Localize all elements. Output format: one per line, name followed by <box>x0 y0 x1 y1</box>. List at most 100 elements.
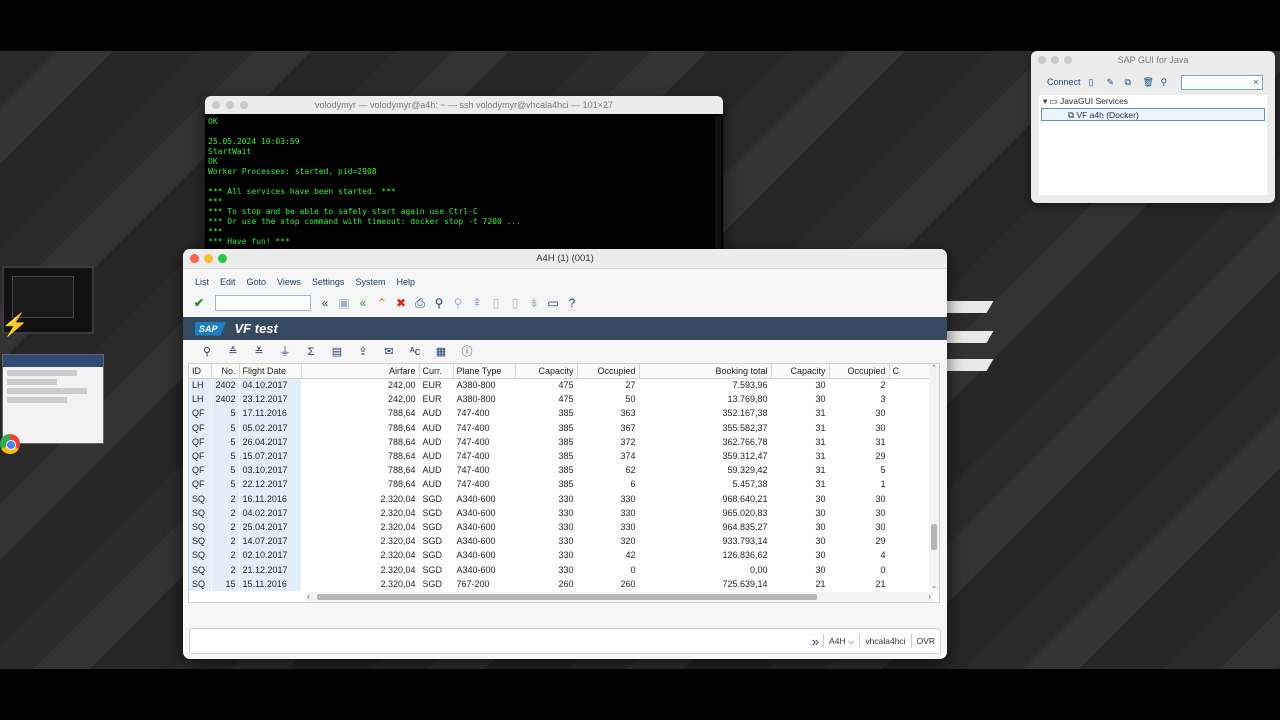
table-cell[interactable]: 15 <box>211 576 239 591</box>
table-cell[interactable]: 30 <box>829 520 889 534</box>
table-cell[interactable]: 725.639,14 <box>639 577 771 591</box>
table-cell[interactable]: 965.020,83 <box>639 506 771 520</box>
table-cell[interactable]: 2.320,04 <box>301 506 419 520</box>
table-cell[interactable]: 1 <box>829 477 889 491</box>
table-cell[interactable]: AUD <box>419 406 453 420</box>
table-cell[interactable]: 5 <box>211 463 239 478</box>
column-header[interactable]: Curr. <box>419 364 454 379</box>
sort-descending-icon[interactable]: ≚ <box>246 345 272 359</box>
table-cell[interactable]: 3 <box>829 392 889 406</box>
table-cell[interactable]: SQ <box>189 576 211 591</box>
table-cell[interactable] <box>889 378 929 392</box>
menu-item-list[interactable]: List <box>195 277 209 287</box>
service-tree[interactable]: ▾ ▭ JavaGUI Services ⧉ VF a4h (Docker) <box>1039 95 1267 195</box>
table-cell[interactable]: 385 <box>515 477 577 491</box>
table-cell[interactable]: 2 <box>211 505 239 520</box>
table-cell[interactable]: 31 <box>771 406 829 420</box>
sap-main-window[interactable]: A4H (1) (001) List Edit Goto Views Settings S… <box>183 249 947 659</box>
table-cell[interactable]: 30 <box>829 492 889 506</box>
table-row[interactable]: QF 5 17.11.2016 788,64 AUD 747-400 385 363 352.1… <box>189 406 929 421</box>
table-cell[interactable]: A340-600 <box>453 548 515 562</box>
sort-ascending-icon[interactable]: ≙ <box>220 345 246 359</box>
table-cell[interactable]: 788,64 <box>301 435 419 449</box>
table-cell[interactable]: SQ <box>189 534 211 549</box>
column-header[interactable]: Plane Type <box>453 364 516 379</box>
table-cell[interactable]: 15.07.2017 <box>239 448 301 464</box>
table-cell[interactable]: QF <box>189 477 211 492</box>
table-cell[interactable]: 2.320,04 <box>301 520 419 534</box>
table-cell[interactable]: 385 <box>515 421 577 435</box>
table-cell[interactable]: LH <box>189 392 211 407</box>
table-cell[interactable]: AUD <box>419 421 453 435</box>
table-cell[interactable]: 0 <box>829 562 889 576</box>
table-cell[interactable] <box>889 449 929 463</box>
table-cell[interactable]: 5 <box>211 420 239 435</box>
table-cell[interactable]: 31 <box>771 421 829 435</box>
table-cell[interactable]: 385 <box>515 463 577 477</box>
previous-page-icon[interactable]: ▯ <box>489 296 503 310</box>
table-cell[interactable]: 788,64 <box>301 406 419 420</box>
table-cell[interactable] <box>889 577 929 591</box>
table-cell[interactable]: 788,64 <box>301 421 419 435</box>
table-cell[interactable]: 968.640,21 <box>639 492 771 506</box>
filter-icon[interactable]: ⚲ <box>1161 77 1171 87</box>
close-icon[interactable] <box>190 254 199 263</box>
vertical-scrollbar[interactable]: ⌃ ⌄ <box>929 364 939 590</box>
edit-icon[interactable]: ✎ <box>1107 77 1117 87</box>
table-cell[interactable]: 0,00 <box>639 562 771 576</box>
horizontal-scrollbar[interactable]: ‹ › <box>307 592 933 602</box>
table-cell[interactable]: AUD <box>419 435 453 449</box>
menu-item-system[interactable]: System <box>355 277 385 287</box>
table-cell[interactable] <box>889 392 929 406</box>
info-icon[interactable]: ⓘ <box>454 345 480 359</box>
menu-item-goto[interactable]: Goto <box>247 277 267 287</box>
send-mail-icon[interactable]: ✉ <box>376 345 402 359</box>
table-cell[interactable]: 59.329,42 <box>639 463 771 477</box>
table-cell[interactable]: 2.320,04 <box>301 534 419 548</box>
table-cell[interactable]: QF <box>189 448 211 464</box>
table-cell[interactable]: 747-400 <box>453 421 515 435</box>
table-cell[interactable]: QF <box>189 463 211 478</box>
menu-item-help[interactable]: Help <box>396 277 415 287</box>
table-cell[interactable]: 2.320,04 <box>301 492 419 506</box>
delete-icon[interactable]: 🗑 <box>1143 77 1154 87</box>
table-cell[interactable]: 2 <box>211 519 239 535</box>
table-cell[interactable]: 788,64 <box>301 449 419 463</box>
table-cell[interactable]: 933.793,14 <box>639 534 771 548</box>
close-icon[interactable] <box>212 101 220 109</box>
table-cell[interactable] <box>889 477 929 491</box>
tree-item-vf-a4h[interactable]: ⧉ VF a4h (Docker) <box>1041 108 1265 121</box>
table-cell[interactable]: SQ <box>189 548 211 563</box>
table-row[interactable]: LH 2402 23.12.2017 242,00 EUR A380-800 475 50 13… <box>189 392 929 407</box>
table-cell[interactable]: 30 <box>771 492 829 506</box>
table-cell[interactable]: SQ <box>189 519 211 535</box>
table-cell[interactable]: 30 <box>771 562 829 576</box>
table-cell[interactable]: A380-800 <box>453 378 515 392</box>
table-cell[interactable]: 747-400 <box>453 406 515 420</box>
table-cell[interactable]: SGD <box>419 520 453 534</box>
print-preview-icon[interactable]: ▤ <box>324 345 350 359</box>
table-cell[interactable]: 2 <box>829 378 889 392</box>
table-cell[interactable]: 352.167,38 <box>639 406 771 420</box>
table-cell[interactable]: A340-600 <box>453 492 515 506</box>
window-thumbnail-browser[interactable] <box>2 354 104 444</box>
copy-icon[interactable]: ⧉ <box>1125 77 1135 87</box>
table-cell[interactable]: SQ <box>189 491 211 506</box>
table-cell[interactable]: SQ <box>189 562 211 577</box>
sap-java-title-bar[interactable]: SAP GUI for Java <box>1031 51 1275 69</box>
next-page-icon[interactable]: ▯ <box>508 296 522 310</box>
table-cell[interactable]: 31 <box>771 449 829 463</box>
column-header[interactable]: C <box>889 364 930 379</box>
find-icon[interactable]: ⚲ <box>432 296 446 310</box>
table-cell[interactable]: 747-400 <box>453 477 515 491</box>
table-cell[interactable]: 22.12.2017 <box>239 477 301 492</box>
table-cell[interactable]: 30 <box>829 421 889 435</box>
table-cell[interactable]: 2.320,04 <box>301 577 419 591</box>
table-row[interactable]: QF 5 05.02.2017 788,64 AUD 747-400 385 367 355.5… <box>189 420 929 435</box>
table-cell[interactable]: 320 <box>577 534 639 548</box>
table-cell[interactable]: 62 <box>577 463 639 477</box>
enter-check-icon[interactable]: ✔ <box>192 296 206 310</box>
table-cell[interactable]: SGD <box>419 577 453 591</box>
table-row[interactable]: QF 5 03.10.2017 788,64 AUD 747-400 385 62 59.329… <box>189 463 929 478</box>
table-cell[interactable]: 385 <box>515 406 577 420</box>
